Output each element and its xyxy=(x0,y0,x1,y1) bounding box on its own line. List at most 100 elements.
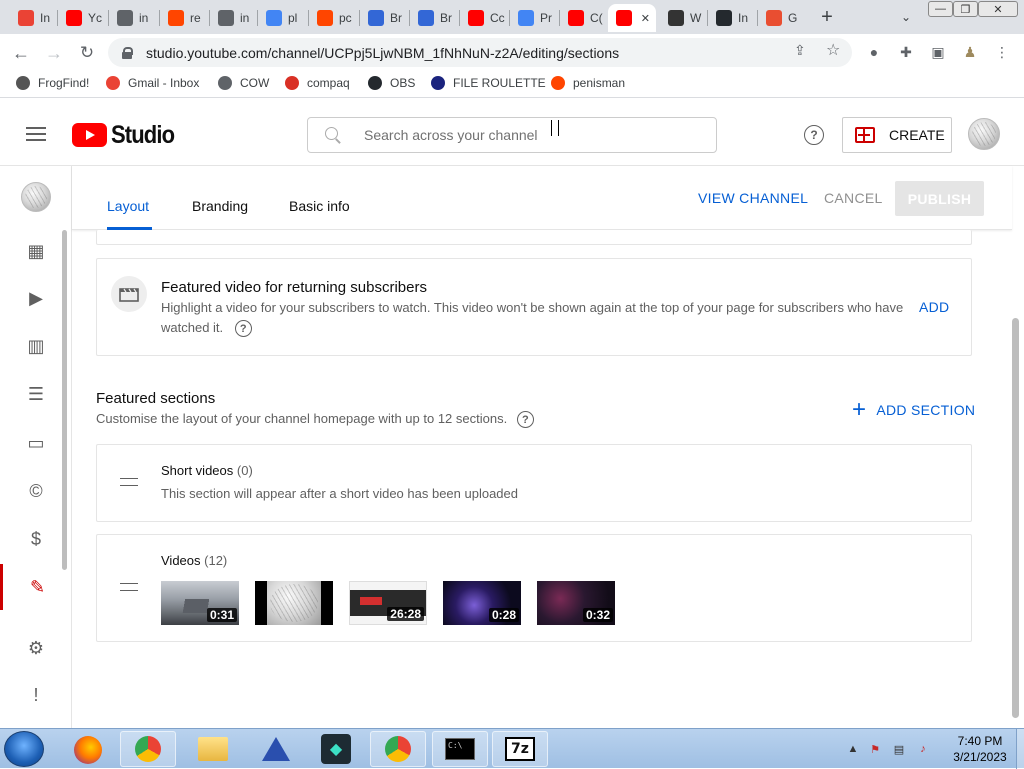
tray-network-icon[interactable]: ▤ xyxy=(892,743,906,756)
bookmark-item[interactable]: Gmail - Inbox xyxy=(106,76,199,90)
taskbar-chrome[interactable] xyxy=(120,731,176,767)
browser-tab[interactable]: pc xyxy=(309,4,357,32)
browser-tab[interactable]: Br xyxy=(410,4,458,32)
help-icon[interactable]: ? xyxy=(804,125,824,145)
extension-icon[interactable]: ● xyxy=(866,44,882,60)
bookmark-label: penisman xyxy=(573,76,626,90)
browser-tab[interactable]: Yc xyxy=(58,4,106,32)
tab-title: in xyxy=(139,11,149,25)
bookmark-item[interactable]: FILE ROULETTE xyxy=(431,76,546,90)
left-nav-rail: ▦ ▶ ▥ ☰ ▭ © $ ✎ ⚙ ! xyxy=(0,166,72,728)
tab-separator xyxy=(707,10,708,26)
nav-customisation[interactable]: ✎ xyxy=(0,564,72,610)
browser-tab[interactable]: in xyxy=(109,4,157,32)
taskbar-7zip[interactable]: 7z xyxy=(492,731,548,767)
create-button[interactable]: CREATE xyxy=(842,117,952,153)
firefox-icon[interactable] xyxy=(74,736,102,764)
help-icon[interactable]: ? xyxy=(516,411,534,429)
drag-handle-icon[interactable] xyxy=(120,478,138,486)
close-tab-icon[interactable]: ✕ xyxy=(641,12,650,25)
tab-separator xyxy=(209,10,210,26)
view-channel-button[interactable]: VIEW CHANNEL xyxy=(698,190,808,206)
browser-tab[interactable]: In xyxy=(708,4,756,32)
menu-dots-icon[interactable]: ⋮ xyxy=(994,44,1010,60)
browser-tab[interactable]: Pr xyxy=(510,4,558,32)
tray-arrow-icon[interactable]: ▲ xyxy=(846,743,860,755)
video-thumbnail[interactable] xyxy=(255,581,333,625)
show-desktop-button[interactable] xyxy=(1016,729,1024,769)
taskbar-clock[interactable]: 7:40 PM 3/21/2023 xyxy=(940,733,1020,765)
browser-tab[interactable]: In xyxy=(10,4,58,32)
comments-icon: ☰ xyxy=(27,383,45,404)
browser-tab[interactable]: W xyxy=(660,4,708,32)
youtube-icon xyxy=(66,10,82,26)
bookmark-item[interactable]: OBS xyxy=(368,76,415,90)
puzzle-icon[interactable]: ✚ xyxy=(898,44,914,60)
tab-layout[interactable]: Layout xyxy=(107,198,149,214)
browser-tab[interactable]: Cc xyxy=(460,4,508,32)
7zip-icon: 7z xyxy=(505,737,535,761)
featured-video-add-button[interactable]: ADD xyxy=(919,299,949,315)
browser-tab[interactable]: in xyxy=(210,4,258,32)
tab-branding[interactable]: Branding xyxy=(192,198,248,214)
rail-scrollbar[interactable] xyxy=(62,230,67,570)
channel-search-box[interactable] xyxy=(307,117,717,153)
forward-button[interactable]: → xyxy=(43,42,65,64)
bookmark-item[interactable]: COW xyxy=(218,76,269,90)
taskbar-filmora[interactable]: ◆ xyxy=(308,731,364,767)
side-panel-icon[interactable]: ▣ xyxy=(930,44,946,60)
close-window-button[interactable]: ✕ xyxy=(978,1,1018,17)
back-button[interactable]: ← xyxy=(10,42,32,64)
video-thumbnail[interactable]: 0:28 xyxy=(443,581,521,625)
cancel-button[interactable]: CANCEL xyxy=(824,190,883,206)
profile-icon[interactable]: ♟ xyxy=(962,44,978,60)
nav-settings[interactable]: ⚙ xyxy=(0,625,72,671)
bookmark-star-icon[interactable]: ☆ xyxy=(826,40,840,60)
studio-logo[interactable]: Studio xyxy=(72,121,183,149)
search-input[interactable] xyxy=(364,127,664,143)
taskbar-explorer[interactable] xyxy=(185,731,241,767)
clapperboard-icon xyxy=(111,276,147,312)
taskbar-chrome-2[interactable] xyxy=(370,731,426,767)
start-button[interactable] xyxy=(4,731,44,767)
minimize-button[interactable]: — xyxy=(928,1,953,17)
browser-tab[interactable]: pl xyxy=(258,4,306,32)
roulette-icon xyxy=(431,76,445,90)
tab-title: G xyxy=(788,11,798,25)
video-thumbnail[interactable]: 0:32 xyxy=(537,581,615,625)
subtitles-icon: ▭ xyxy=(27,432,45,453)
maximize-button[interactable]: ❐ xyxy=(953,1,978,17)
share-icon[interactable]: ⇪ xyxy=(794,42,806,59)
account-avatar[interactable] xyxy=(968,118,1000,150)
new-tab-button[interactable]: + xyxy=(817,4,837,30)
taskbar-cmd[interactable]: C:\ xyxy=(432,731,488,767)
tray-volume-icon[interactable]: ♪ xyxy=(916,743,930,755)
hamburger-menu-icon[interactable] xyxy=(26,127,46,141)
bookmark-item[interactable]: FrogFind! xyxy=(16,76,89,90)
taskbar-app-warning[interactable] xyxy=(248,731,304,767)
drag-handle-icon[interactable] xyxy=(120,583,138,591)
channel-avatar[interactable] xyxy=(21,182,51,212)
tab-search-button[interactable]: ⌄ xyxy=(896,6,916,28)
video-thumbnail[interactable]: 0:31 xyxy=(161,581,239,625)
chrome-icon xyxy=(385,736,411,762)
browser-tab[interactable]: G xyxy=(758,4,806,32)
tab-separator xyxy=(159,10,160,26)
help-icon[interactable]: ? xyxy=(234,320,252,338)
address-bar[interactable]: studio.youtube.com/channel/UCPpj5LjwNBM_… xyxy=(108,38,852,67)
video-thumbnail[interactable]: 26:28 xyxy=(349,581,427,625)
tray-flag-icon[interactable]: ⚑ xyxy=(868,743,882,756)
browser-tab[interactable]: Br xyxy=(360,4,408,32)
browser-tab[interactable]: ✕ xyxy=(608,4,656,32)
section-card-short-videos[interactable] xyxy=(96,444,972,522)
bookmark-item[interactable]: compaq xyxy=(285,76,350,90)
page-scrollbar[interactable] xyxy=(1012,318,1019,718)
tab-basic-info[interactable]: Basic info xyxy=(289,198,350,214)
browser-tab[interactable]: re xyxy=(160,4,208,32)
add-section-button[interactable]: + ADD SECTION xyxy=(852,398,975,422)
publish-button[interactable]: PUBLISH xyxy=(895,181,984,216)
nav-feedback[interactable]: ! xyxy=(0,672,72,718)
browser-tab[interactable]: C( xyxy=(560,4,608,32)
bookmark-item[interactable]: penisman xyxy=(551,76,625,90)
reload-button[interactable]: ↻ xyxy=(76,42,98,64)
